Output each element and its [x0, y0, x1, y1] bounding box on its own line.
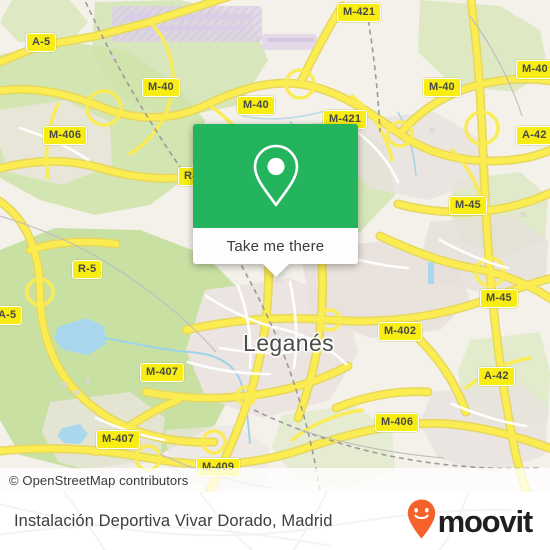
road-shield[interactable]: M-406 — [375, 413, 420, 432]
road-shield[interactable]: M-406 — [43, 126, 88, 145]
road-shield[interactable]: M-40 — [237, 96, 275, 115]
callout-pointer — [262, 264, 289, 277]
footer-bar: Instalación Deportiva Vivar Dorado, Madr… — [0, 492, 550, 550]
place-label-leganes: Leganés — [243, 330, 335, 356]
map-attribution-bar: © OpenStreetMap contributors — [0, 468, 550, 492]
map-canvas[interactable]: A-5 M-421 M-40 M-40 M-421 M-40 M-40 A-42… — [0, 0, 550, 492]
map-pin-icon — [249, 143, 303, 209]
road-shield[interactable]: M-402 — [378, 322, 423, 341]
moovit-wordmark: moovit — [437, 503, 534, 539]
take-me-there-label: Take me there — [226, 237, 325, 255]
callout-action-bar[interactable]: Take me there — [193, 228, 358, 264]
road-shield[interactable]: M-40 — [142, 78, 180, 97]
location-callout-card[interactable]: Take me there — [193, 124, 358, 277]
road-shield[interactable]: M-421 — [337, 3, 382, 22]
road-shield[interactable]: M-45 — [480, 289, 518, 308]
moovit-brand[interactable]: moovit — [407, 499, 550, 544]
road-shield[interactable]: A-42 — [478, 367, 515, 386]
road-shield[interactable]: M-407 — [96, 430, 141, 449]
callout-image-area — [193, 124, 358, 228]
moovit-map-screenshot: A-5 M-421 M-40 M-40 M-421 M-40 M-40 A-42… — [0, 0, 550, 550]
location-title: Instalación Deportiva Vivar Dorado, Madr… — [14, 511, 333, 530]
attribution-text[interactable]: © OpenStreetMap contributors — [0, 473, 188, 488]
moovit-pin-smile-icon — [407, 499, 436, 544]
road-shield[interactable]: A-5 — [26, 33, 57, 52]
road-shield[interactable]: A-42 — [516, 126, 550, 145]
road-shield[interactable]: A-5 — [0, 306, 23, 325]
road-shield[interactable]: R-5 — [72, 260, 103, 279]
road-shield[interactable]: M-40 — [423, 78, 461, 97]
road-shield[interactable]: M-40 — [516, 60, 550, 79]
road-shield[interactable]: M-45 — [449, 196, 487, 215]
road-shield[interactable]: M-407 — [140, 363, 185, 382]
